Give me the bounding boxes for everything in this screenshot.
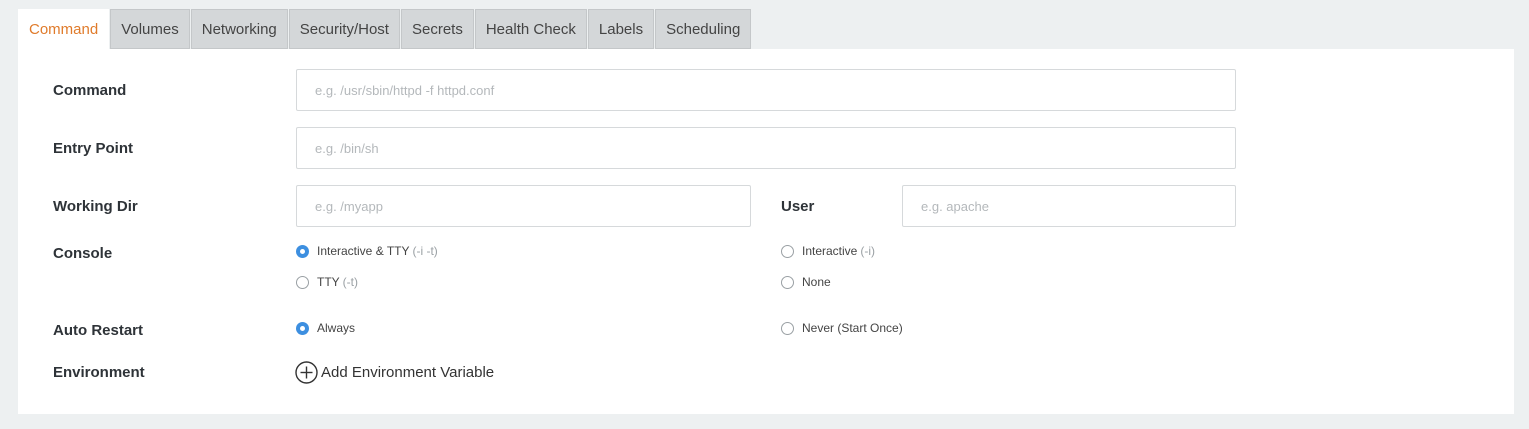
console-option-tty[interactable]: TTY (-t): [296, 275, 358, 289]
tab-health-check[interactable]: Health Check: [474, 9, 587, 49]
radio-unchecked-icon: [781, 275, 794, 289]
auto-restart-option-always[interactable]: Always: [296, 321, 355, 335]
entry-point-label: Entry Point: [53, 140, 134, 157]
radio-unchecked-icon: [781, 244, 794, 258]
command-panel: Command Entry Point Working Dir User Con…: [18, 49, 1514, 414]
working-dir-input[interactable]: [296, 185, 751, 227]
command-input[interactable]: [296, 69, 1236, 111]
console-option-none[interactable]: None: [781, 275, 831, 289]
console-option-interactive-tty[interactable]: Interactive & TTY (-i -t): [296, 244, 438, 258]
auto-restart-option-never[interactable]: Never (Start Once): [781, 321, 903, 335]
option-hint: (-i -t): [412, 244, 438, 258]
radio-unchecked-icon: [296, 275, 309, 289]
radio-checked-icon: [296, 321, 309, 335]
user-label: User: [781, 198, 815, 215]
option-hint: (-t): [342, 275, 358, 289]
tab-security-host[interactable]: Security/Host: [288, 9, 400, 49]
option-label: Interactive & TTY: [317, 244, 410, 258]
option-label: Interactive: [802, 244, 858, 258]
option-label: Never (Start Once): [802, 321, 903, 335]
radio-unchecked-icon: [781, 321, 794, 335]
option-label: Always: [317, 321, 356, 335]
radio-checked-icon: [296, 244, 309, 258]
tab-networking[interactable]: Networking: [190, 9, 288, 49]
auto-restart-label: Auto Restart: [53, 322, 144, 339]
user-input[interactable]: [902, 185, 1236, 227]
plus-circle-icon: [295, 361, 318, 384]
environment-label: Environment: [53, 364, 145, 381]
add-environment-variable-label: Add Environment Variable: [321, 364, 495, 381]
tab-scheduling[interactable]: Scheduling: [655, 9, 752, 49]
console-label: Console: [53, 245, 113, 262]
console-option-interactive[interactable]: Interactive (-i): [781, 244, 875, 258]
tab-secrets[interactable]: Secrets: [400, 9, 474, 49]
tab-command[interactable]: Command: [18, 9, 110, 50]
working-dir-label: Working Dir: [53, 198, 138, 215]
tab-bar: Command Volumes Networking Security/Host…: [18, 9, 752, 50]
option-label: None: [802, 275, 831, 289]
option-label: TTY: [317, 275, 340, 289]
tab-volumes[interactable]: Volumes: [110, 9, 190, 49]
add-environment-variable-button[interactable]: Add Environment Variable: [295, 361, 494, 384]
tab-labels[interactable]: Labels: [587, 9, 655, 49]
command-label: Command: [53, 82, 127, 99]
entry-point-input[interactable]: [296, 127, 1236, 169]
option-hint: (-i): [860, 244, 876, 258]
